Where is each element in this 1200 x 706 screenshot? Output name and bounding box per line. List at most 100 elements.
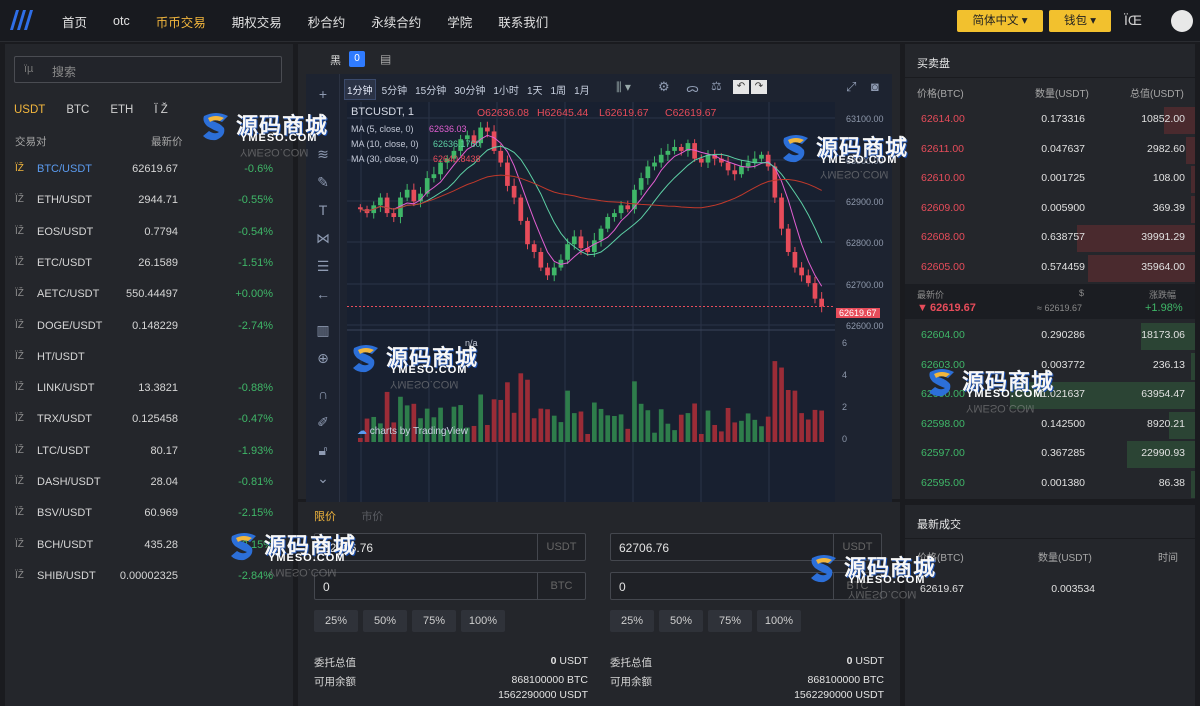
user-name[interactable]: ÏŒ [1124, 12, 1142, 28]
price-axis[interactable]: 63100.00 63000.00 62900.00 62800.00 62700.00… [836, 102, 888, 506]
bid-row[interactable]: 62595.00 0.001380 86.38 [905, 469, 1195, 498]
market-row[interactable]: ÏŽ BSV/USDT 60.969 -2.15% [5, 498, 293, 529]
ob-total: 8920.21 [1147, 417, 1185, 430]
bid-row[interactable]: 62597.00 0.367285 22990.93 [905, 439, 1195, 468]
market-tab-3[interactable]: Ï Ž [154, 104, 167, 116]
bid-row[interactable]: 62604.00 0.290286 18173.06 [905, 321, 1195, 350]
theme-light-button[interactable]: 0 [349, 51, 365, 67]
market-row[interactable]: ÏŽ EOS/USDT 0.7794 -0.54% [5, 217, 293, 248]
camera-icon[interactable]: ◙ [871, 79, 879, 94]
candle-type-icon[interactable]: ⫼ ▾ [616, 80, 631, 95]
search-input[interactable]: ïµ 搜索 [14, 56, 282, 83]
tab-market[interactable]: 市价 [361, 511, 383, 523]
timeframe-7[interactable]: 1月 [572, 80, 592, 99]
market-tab-2[interactable]: ETH [110, 104, 133, 116]
nav-item-0[interactable]: 首页 [62, 12, 87, 31]
lock-icon[interactable]: 🔓︎ [315, 442, 331, 458]
redo-icon[interactable]: ↷ [751, 80, 767, 94]
tradingview-chart[interactable]: + ⟋ ≋ ✎ T ⋈ ☰ ← ▥ ⊕ ∩ ✐ 🔓︎ ⌄ 1分钟 5分钟 15分钟 3… [306, 74, 892, 537]
market-row[interactable]: ÏŽ LINK/USDT 13.3821 -0.88% [5, 373, 293, 404]
tab-limit[interactable]: 限价 [314, 511, 336, 523]
timeframe-5[interactable]: 1天 [525, 80, 545, 99]
chevron-down-icon[interactable]: ⌄ [315, 470, 331, 486]
avatar[interactable] [1171, 10, 1193, 32]
ask-row[interactable]: 62605.00 0.574459 35964.00 [905, 253, 1195, 282]
market-row[interactable]: ÏŽ BTC/USDT 62619.67 -0.6% [5, 154, 293, 185]
theme-dark-button[interactable]: 黑 [330, 52, 341, 68]
sell-pct-button[interactable]: 75% [708, 610, 752, 632]
tradingview-attribution[interactable]: ☁ charts by TradingView [357, 426, 468, 437]
nav-item-4[interactable]: 秒合约 [308, 12, 346, 31]
market-row[interactable]: ÏŽ ETH/USDT 2944.71 -0.55% [5, 185, 293, 216]
measure-icon[interactable]: ▥ [315, 322, 331, 338]
market-row[interactable]: ÏŽ HT/USDT [5, 342, 293, 373]
sell-pct-button[interactable]: 100% [757, 610, 801, 632]
magnet-icon[interactable]: ∩ [315, 386, 331, 402]
timeframe-0[interactable]: 1分钟 [344, 78, 376, 100]
market-tab-0[interactable]: USDT [14, 104, 45, 116]
sell-pct-button[interactable]: 50% [659, 610, 703, 632]
bid-row[interactable]: 62600.00 1.021637 63954.47 [905, 380, 1195, 409]
nav-item-1[interactable]: otc [113, 14, 130, 28]
buy-pct-button[interactable]: 50% [363, 610, 407, 632]
fib-icon[interactable]: ☰ [315, 258, 331, 274]
brush-icon[interactable]: ✎ [315, 174, 331, 190]
lock-pencil-icon[interactable]: ✐ [315, 414, 331, 430]
market-row[interactable]: ÏŽ DOGE/USDT 0.148229 -2.74% [5, 311, 293, 342]
pattern-icon[interactable]: ⋈ [315, 230, 331, 246]
nav-item-2[interactable]: 币币交易 [156, 12, 206, 31]
undo-icon[interactable]: ↶ [733, 80, 749, 94]
wallet-button[interactable]: 钱包 ▾ [1049, 10, 1111, 32]
logo-icon[interactable] [8, 9, 34, 31]
bid-row[interactable]: 62603.00 0.003772 236.13 [905, 351, 1195, 380]
zoom-icon[interactable]: ⊕ [315, 350, 331, 366]
settings-icon[interactable]: ⚙ [658, 79, 670, 95]
market-tab-1[interactable]: BTC [66, 104, 89, 116]
sell-amount-input[interactable]: 0 BTC [610, 572, 882, 600]
ask-row[interactable]: 62608.00 0.638757 39991.29 [905, 223, 1195, 252]
language-button[interactable]: 简体中文 ▾ [957, 10, 1043, 32]
nav-item-6[interactable]: 学院 [447, 12, 472, 31]
buy-amount-input[interactable]: 0 BTC [314, 572, 586, 600]
timeframe-3[interactable]: 30分钟 [452, 80, 487, 99]
market-row[interactable]: ÏŽ AETC/USDT 550.44497 +0.00% [5, 279, 293, 310]
parallel-lines-icon[interactable]: ≋ [315, 146, 331, 162]
buy-pct-button[interactable]: 100% [461, 610, 505, 632]
sell-pct-button[interactable]: 25% [610, 610, 654, 632]
nav-item-3[interactable]: 期权交易 [232, 12, 282, 31]
timeframe-1[interactable]: 5分钟 [380, 80, 410, 99]
buy-pct-button[interactable]: 75% [412, 610, 456, 632]
ask-row[interactable]: 62609.00 0.005900 369.39 [905, 194, 1195, 223]
timeframe-6[interactable]: 1周 [549, 80, 569, 99]
text-icon[interactable]: T [315, 202, 331, 218]
market-row[interactable]: ÏŽ BCH/USDT 435.28 -2.15% [5, 530, 293, 561]
sell-price-input[interactable]: 62706.76 USDT [610, 533, 882, 561]
buy-price-input[interactable]: 62706.76 USDT [314, 533, 586, 561]
market-row[interactable]: ÏŽ DASH/USDT 28.04 -0.81% [5, 467, 293, 498]
market-row[interactable]: ÏŽ TRX/USDT 0.125458 -0.47% [5, 404, 293, 435]
indicators-icon[interactable]: ᯅ [686, 79, 699, 96]
trendline-icon[interactable]: ⟋ [315, 116, 331, 132]
nav-item-7[interactable]: 联系我们 [498, 12, 548, 31]
ask-row[interactable]: 62614.00 0.173316 10852.00 [905, 105, 1195, 134]
ask-row[interactable]: 62610.00 0.001725 108.00 [905, 164, 1195, 193]
note-icon[interactable]: ▤ [380, 52, 391, 66]
candlestick-chart[interactable] [347, 102, 835, 506]
crosshair-icon[interactable]: + [315, 86, 331, 102]
timeframe-2[interactable]: 15分钟 [413, 80, 448, 99]
candle-body [652, 162, 657, 167]
back-arrow-icon[interactable]: ← [315, 286, 331, 302]
buy-pct-button[interactable]: 25% [314, 610, 358, 632]
market-row[interactable]: ÏŽ LTC/USDT 80.17 -1.93% [5, 436, 293, 467]
fullscreen-icon[interactable]: ⤢ [846, 79, 856, 95]
candle-body [592, 240, 597, 252]
bid-row[interactable]: 62598.00 0.142500 8920.21 [905, 410, 1195, 439]
market-row[interactable]: ÏŽ SHIB/USDT 0.00002325 -2.84% [5, 561, 293, 592]
nav-item-5[interactable]: 永续合约 [371, 12, 421, 31]
market-row[interactable]: ÏŽ ETC/USDT 26.1589 -1.51% [5, 248, 293, 279]
timeframe-4[interactable]: 1小时 [491, 80, 521, 99]
plot-area[interactable]: BTCUSDT, 1 O62636.08 H62645.44 L62619.67… [347, 102, 835, 506]
orderbook-title: 买卖盘 [917, 58, 950, 70]
ask-row[interactable]: 62611.00 0.047637 2982.60 [905, 135, 1195, 164]
compare-icon[interactable]: ⚖ [711, 79, 722, 93]
